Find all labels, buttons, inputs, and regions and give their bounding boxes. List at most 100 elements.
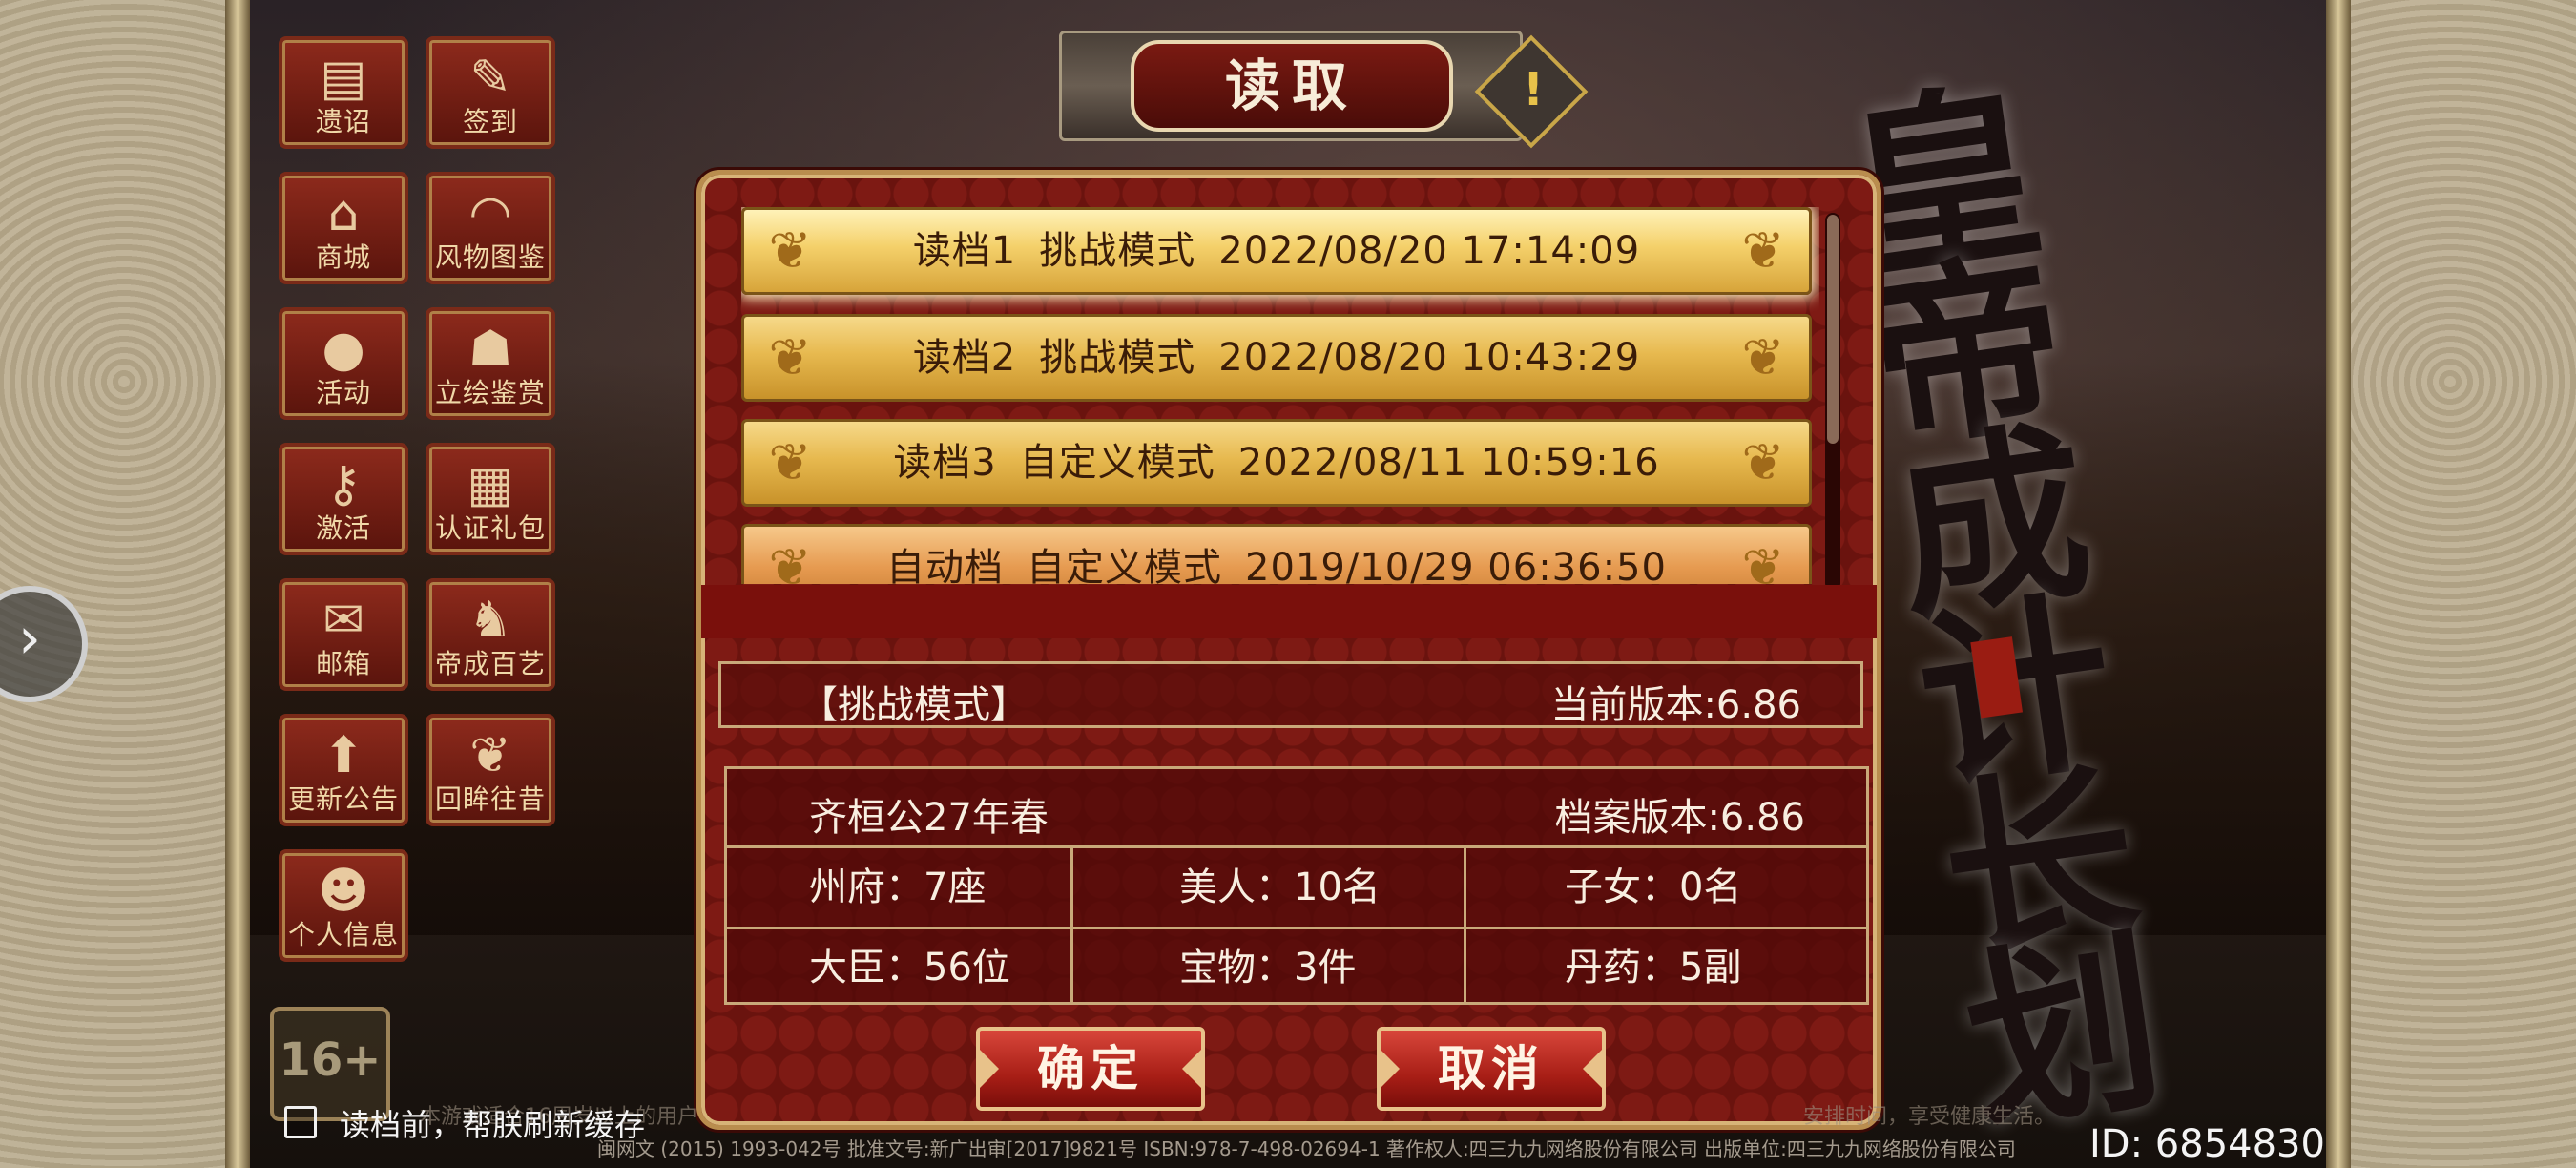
scroll-ornament-icon: ❦ bbox=[768, 537, 812, 584]
cancel-label: 取消 bbox=[1438, 1041, 1545, 1096]
menu-label: 风物图鉴 bbox=[434, 241, 546, 273]
key-icon: ⚷ bbox=[324, 456, 363, 513]
shop-icon: ⌂ bbox=[327, 185, 360, 242]
scroll-ornament-icon: ❦ bbox=[1741, 220, 1785, 281]
menu-label: 商城 bbox=[315, 241, 371, 273]
slot-label: 读档3 bbox=[893, 441, 997, 485]
scrollbar-thumb[interactable] bbox=[1827, 215, 1839, 444]
refresh-cache-checkbox[interactable] bbox=[284, 1106, 317, 1138]
menu-label: 立绘鉴赏 bbox=[434, 377, 546, 408]
menu-button-0[interactable]: ▤ 遗诏 bbox=[279, 36, 408, 149]
save-slot-4[interactable]: ❦ 自动档 自定义模式 2019/10/29 06:36:50 ❦ bbox=[741, 524, 1812, 584]
save-slot-2[interactable]: ❦ 读档2 挑战模式 2022/08/20 10:43:29 ❦ bbox=[741, 314, 1812, 402]
slot-mode: 自定义模式 bbox=[1027, 546, 1223, 584]
slot-mode: 挑战模式 bbox=[1039, 336, 1196, 380]
left-dragon-panel bbox=[0, 0, 250, 1168]
menu-button-3[interactable]: ◠ 风物图鉴 bbox=[426, 172, 555, 284]
dialog-title: 读取 bbox=[1131, 40, 1453, 132]
menu-label: 帝成百艺 bbox=[434, 648, 546, 679]
slot-datetime: 2022/08/11 10:59:16 bbox=[1237, 441, 1660, 485]
exclamation-icon: ! bbox=[1523, 62, 1545, 116]
mode-tag: 【挑战模式】 bbox=[800, 683, 1028, 727]
right-dragon-panel bbox=[2326, 0, 2576, 1168]
scroll-ornament-icon: ❦ bbox=[1741, 327, 1785, 387]
save-date: 齐桓公27年春 bbox=[809, 796, 1049, 840]
menu-button-6[interactable]: ⚷ 激活 bbox=[279, 443, 408, 555]
lantern-icon: ● bbox=[322, 321, 365, 378]
arrow-left-icon bbox=[1182, 1048, 1203, 1090]
scroll-ornament-icon: ❦ bbox=[768, 327, 812, 387]
menu-label: 签到 bbox=[462, 106, 518, 137]
menu-label: 激活 bbox=[315, 512, 371, 544]
slot-datetime: 2019/10/29 06:36:50 bbox=[1245, 546, 1667, 584]
slot-label: 读档1 bbox=[912, 229, 1017, 273]
save-version: 档案版本:6.86 bbox=[1554, 796, 1805, 840]
left-panel-border bbox=[225, 0, 250, 1168]
menu-button-9[interactable]: ♞ 帝成百艺 bbox=[426, 578, 555, 691]
save-mode-row: 【挑战模式】 当前版本:6.86 bbox=[718, 661, 1863, 728]
right-panel-border bbox=[2326, 0, 2351, 1168]
menu-button-1[interactable]: ✎ 签到 bbox=[426, 36, 555, 149]
chess-icon: ♞ bbox=[467, 592, 513, 649]
arrow-right-icon bbox=[978, 1048, 999, 1090]
menu-button-11[interactable]: ❦ 回眸往昔 bbox=[426, 714, 555, 826]
slot-mode: 自定义模式 bbox=[1019, 441, 1215, 485]
slot-mode: 挑战模式 bbox=[1039, 229, 1196, 273]
current-version: 当前版本:6.86 bbox=[1550, 683, 1801, 727]
menu-label: 邮箱 bbox=[315, 648, 371, 679]
stat-treasures: 宝物：3件 bbox=[1179, 946, 1357, 990]
menu-button-7[interactable]: ▦ 认证礼包 bbox=[426, 443, 555, 555]
slot-label: 读档2 bbox=[912, 336, 1017, 380]
stat-elixirs: 丹药：5副 bbox=[1565, 946, 1742, 990]
menu-button-10[interactable]: ⬆ 更新公告 bbox=[279, 714, 408, 826]
save-slot-1[interactable]: ❦ 读档1 挑战模式 2022/08/20 17:14:09 ❦ bbox=[741, 207, 1812, 295]
cancel-button[interactable]: 取消 bbox=[1377, 1027, 1606, 1111]
menu-label: 活动 bbox=[315, 377, 371, 408]
up-arrow-icon: ⬆ bbox=[322, 727, 364, 784]
user-id: ID: 6854830 bbox=[2089, 1122, 2325, 1166]
menu-label: 回眸往昔 bbox=[434, 783, 546, 815]
save-slot-3[interactable]: ❦ 读档3 自定义模式 2022/08/11 10:59:16 ❦ bbox=[741, 419, 1812, 507]
scroll-ornament-icon: ❦ bbox=[1741, 432, 1785, 492]
menu-button-2[interactable]: ⌂ 商城 bbox=[279, 172, 408, 284]
save-detail-box: 齐桓公27年春 档案版本:6.86 州府：7座 美人：10名 子女：0名 大臣：… bbox=[724, 766, 1869, 1005]
menu-button-4[interactable]: ● 活动 bbox=[279, 307, 408, 420]
scroll-ornament-icon: ❦ bbox=[768, 220, 812, 281]
leaf-icon: ❦ bbox=[469, 727, 511, 784]
list-divider bbox=[701, 585, 1877, 638]
stat-children: 子女：0名 bbox=[1565, 866, 1742, 909]
slot-label: 自动档 bbox=[886, 546, 1005, 584]
card-icon: ▦ bbox=[467, 456, 514, 513]
mail-icon: ✉ bbox=[322, 592, 364, 649]
fan-icon: ◠ bbox=[468, 185, 512, 242]
menu-label: 认证礼包 bbox=[434, 512, 546, 544]
stat-prefectures: 州府：7座 bbox=[809, 866, 987, 909]
menu-button-12[interactable]: ☻ 个人信息 bbox=[279, 849, 408, 962]
person-icon: ☻ bbox=[317, 863, 370, 920]
slot-datetime: 2022/08/20 17:14:09 bbox=[1218, 229, 1641, 273]
portrait-icon: ☗ bbox=[467, 321, 513, 378]
arrow-right-icon bbox=[1379, 1048, 1400, 1090]
stat-beauties: 美人：10名 bbox=[1179, 866, 1381, 909]
scroll-ornament-icon: ❦ bbox=[768, 432, 812, 492]
stat-ministers: 大臣：56位 bbox=[809, 946, 1010, 990]
menu-label: 遗诏 bbox=[315, 106, 371, 137]
scroll-ornament-icon: ❦ bbox=[1741, 537, 1785, 584]
slot-datetime: 2022/08/20 10:43:29 bbox=[1218, 336, 1641, 380]
confirm-button[interactable]: 确定 bbox=[976, 1027, 1205, 1111]
arrow-left-icon bbox=[1583, 1048, 1604, 1090]
menu-button-5[interactable]: ☗ 立绘鉴赏 bbox=[426, 307, 555, 420]
menu-label: 个人信息 bbox=[287, 919, 399, 950]
publication-info: 闽网文 (2015) 1993-042号 批准文号:新广出审[2017]9821… bbox=[597, 1137, 2016, 1160]
health-notice: 安排时间，享受健康生活。 bbox=[1803, 1105, 2056, 1129]
confirm-label: 确定 bbox=[1037, 1041, 1144, 1096]
menu-button-8[interactable]: ✉ 邮箱 bbox=[279, 578, 408, 691]
calendar-icon: ✎ bbox=[469, 50, 511, 107]
save-stats-grid: 州府：7座 美人：10名 子女：0名 大臣：56位 宝物：3件 丹药：5副 bbox=[727, 845, 1866, 1005]
load-save-dialog: ❦ 读档1 挑战模式 2022/08/20 17:14:09 ❦ ❦ 读档2 挑战模式 2022… bbox=[696, 170, 1881, 1130]
menu-label: 更新公告 bbox=[287, 783, 399, 815]
left-menu: ▤ 遗诏 ✎ 签到 ⌂ 商城 ◠ 风物图鉴 ● 活动 ☗ 立绘鉴赏 ⚷ 激活 ▦ 认证礼包 ✉ 邮箱 ♞ 帝成百艺 ⬆ 更… bbox=[279, 36, 565, 962]
dialog-title-banner: 读取 bbox=[1059, 31, 1523, 141]
scroll-icon: ▤ bbox=[320, 50, 367, 107]
save-slot-list[interactable]: ❦ 读档1 挑战模式 2022/08/20 17:14:09 ❦ ❦ 读档2 挑战模式 2022… bbox=[741, 207, 1819, 584]
